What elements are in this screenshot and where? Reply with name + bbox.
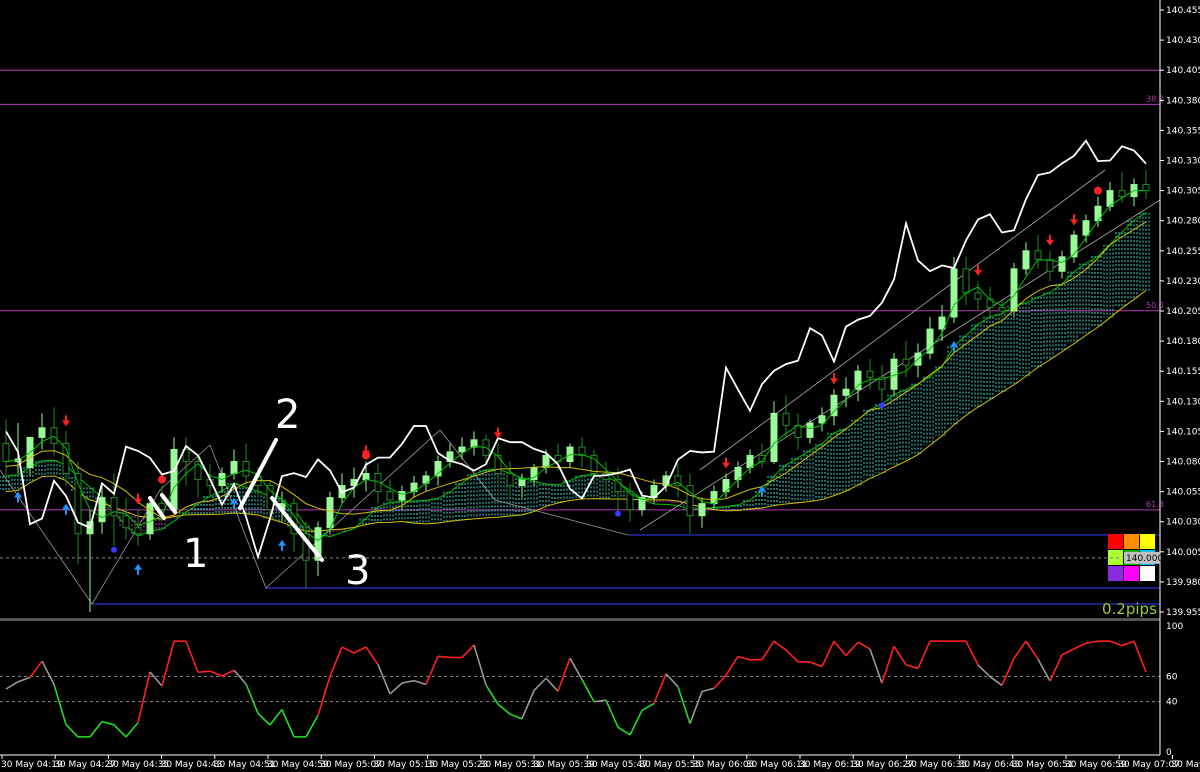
- annotation-1: 1: [183, 531, 208, 577]
- candle-body: [830, 394, 838, 417]
- candle-body: [842, 388, 850, 396]
- candle-body: [998, 306, 1006, 312]
- blue-dot-marker: [615, 510, 621, 517]
- fib-level-label: 61.8: [1146, 500, 1164, 509]
- candle-body: [1118, 190, 1126, 198]
- price-tick-label: 140.205: [1166, 307, 1200, 317]
- candle-body: [782, 412, 790, 426]
- price-tick-label: 140.280: [1166, 217, 1200, 227]
- candle-body: [50, 427, 58, 444]
- price-tick-label: 140.155: [1166, 367, 1200, 377]
- candle-body: [1034, 250, 1042, 260]
- candle-body: [386, 491, 394, 501]
- fib-level-label: 50.0: [1146, 301, 1164, 310]
- price-tick-label: 140.180: [1166, 337, 1200, 347]
- candle-body: [542, 454, 550, 469]
- price-tick-label: 140.305: [1166, 187, 1200, 197]
- price-tick-label: 140.455: [1166, 6, 1200, 16]
- price-tick-label: 140.255: [1166, 247, 1200, 257]
- oscillator-tick-label: 100: [1166, 622, 1183, 632]
- oscillator-tick-label: 0: [1166, 748, 1172, 758]
- price-tick-label: 139.980: [1166, 578, 1200, 588]
- price-tick-label: 140.405: [1166, 66, 1200, 76]
- candle-body: [1010, 268, 1018, 312]
- candle-body: [518, 479, 526, 487]
- price-tick-label: 140.105: [1166, 427, 1200, 437]
- candle-body: [134, 527, 142, 535]
- red-dot-marker: [1094, 186, 1102, 195]
- annotation-2: 2: [275, 392, 300, 438]
- price-tick-label: 140.430: [1166, 36, 1200, 46]
- candle-body: [854, 370, 862, 390]
- candle-body: [866, 370, 874, 378]
- price-tick-label: 140.055: [1166, 488, 1200, 498]
- candle-body: [362, 473, 370, 481]
- price-tick-label: 140.030: [1166, 518, 1200, 528]
- candle-body: [506, 473, 514, 487]
- oscillator-tick-label: 40: [1166, 698, 1178, 708]
- oscillator-segment: [197, 670, 211, 674]
- candle-body: [1142, 184, 1150, 192]
- price-tick-label: 140.230: [1166, 277, 1200, 287]
- candle-body: [1082, 220, 1090, 236]
- oscillator-tick-label: 60: [1166, 672, 1178, 682]
- red-dot-marker: [362, 451, 370, 460]
- price-tick-label: 140.330: [1166, 157, 1200, 167]
- candle-body: [146, 503, 154, 535]
- candle-body: [770, 412, 778, 462]
- candle-body: [818, 415, 826, 424]
- candle-body: [962, 268, 970, 294]
- candle-body: [170, 448, 178, 511]
- candle-body: [806, 422, 814, 438]
- candle-body: [2, 442, 10, 463]
- current-price-label: 140.000: [1126, 554, 1163, 564]
- time-tick-label: 30 May 07:15: [1171, 760, 1200, 770]
- candle-body: [458, 446, 466, 453]
- candle-body: [1022, 250, 1030, 270]
- annotation-3: 3: [345, 548, 370, 594]
- candle-body: [122, 515, 130, 529]
- oscillator-segment: [437, 655, 451, 659]
- price-tick-label: 140.355: [1166, 126, 1200, 136]
- candle-body: [38, 427, 46, 438]
- candle-body: [746, 454, 754, 469]
- candle-body: [242, 461, 250, 477]
- fib-level-label: 38.2: [1146, 94, 1164, 103]
- candle-body: [698, 503, 706, 517]
- candle-body: [902, 358, 910, 366]
- blue-dot-marker: [111, 546, 117, 553]
- trading-chart: 38.2 50.0 61.8 1 2 3 0.2pips 140.455 140.43…: [0, 0, 1200, 772]
- price-tick-label: 140.005: [1166, 548, 1200, 558]
- candle-body: [1058, 256, 1066, 272]
- candle-body: [230, 461, 238, 475]
- blue-dot-marker: [879, 402, 885, 409]
- price-tick-label: 139.955: [1166, 608, 1200, 618]
- spread-label: 0.2pips: [1102, 600, 1157, 618]
- price-tick-label: 140.380: [1166, 96, 1200, 106]
- candle-body: [974, 292, 982, 300]
- price-tick-label: 140.130: [1166, 397, 1200, 407]
- red-dot-marker: [158, 475, 166, 484]
- price-tick-label: 140.080: [1166, 458, 1200, 468]
